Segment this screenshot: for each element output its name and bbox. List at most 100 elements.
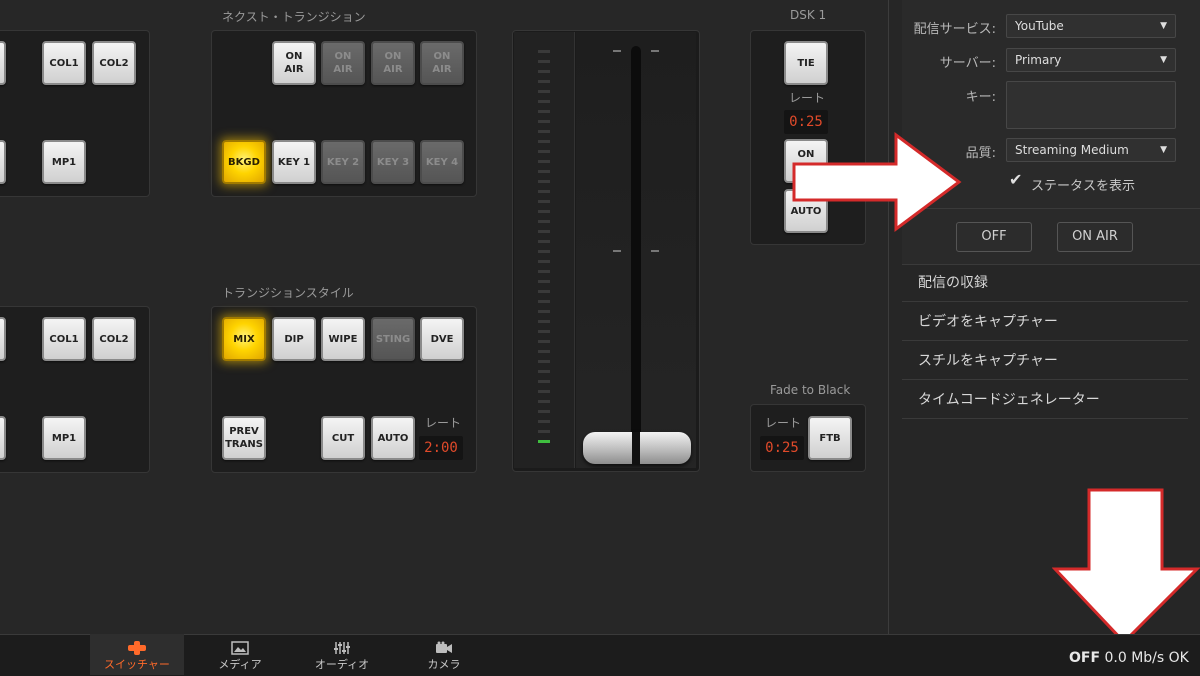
tbar-tick	[538, 110, 550, 113]
tab-camera-label: カメラ	[427, 658, 461, 671]
on-air-bkgd-button[interactable]: ON AIR	[272, 41, 316, 85]
dsk-tie-button[interactable]: TIE	[784, 41, 828, 85]
tab-audio[interactable]: オーディオ	[295, 634, 389, 675]
stream-status-rate: 0.0 Mb/s OK	[1104, 650, 1189, 666]
mix-button[interactable]: MIX	[222, 317, 266, 361]
ftb-button[interactable]: FTB	[808, 416, 852, 460]
stream-status-state: OFF	[1069, 650, 1101, 666]
camera-icon	[436, 641, 452, 653]
sting-button[interactable]: STING	[371, 317, 415, 361]
tbar-tick	[538, 60, 550, 63]
tbar-tick	[538, 140, 550, 143]
tbar-indicator	[514, 32, 575, 468]
auto-button[interactable]: AUTO	[371, 416, 415, 460]
chevron-down-icon: ▼	[1160, 145, 1167, 155]
tbar-tick	[538, 190, 550, 193]
on-air-key3-button[interactable]: ON AIR	[420, 41, 464, 85]
ftb-rate-label: レート	[765, 416, 802, 430]
key3-button[interactable]: KEY 3	[371, 140, 415, 184]
tbar-tick	[538, 270, 550, 273]
dip-button[interactable]: DIP	[272, 317, 316, 361]
service-select[interactable]: YouTube ▼	[1006, 14, 1176, 38]
transition-rate-label: レート	[425, 416, 462, 430]
chevron-down-icon: ▼	[1160, 55, 1167, 65]
input-button-col2[interactable]: COL2	[92, 317, 136, 361]
menu-item-timecode-generator[interactable]: タイムコードジェネレーター	[902, 381, 1188, 419]
switcher-icon	[128, 641, 146, 655]
quality-select-value: Streaming Medium	[1015, 143, 1129, 157]
bkgd-button[interactable]: BKGD	[222, 140, 266, 184]
chevron-down-icon: ▼	[1160, 21, 1167, 31]
input-button-mp1[interactable]: MP1	[42, 140, 86, 184]
tbar-tick	[538, 100, 550, 103]
service-select-value: YouTube	[1015, 19, 1064, 33]
tbar-tick	[538, 330, 550, 333]
show-status-label[interactable]: ステータスを表示	[1031, 175, 1135, 194]
tbar-tick	[538, 50, 550, 53]
tbar-tick	[538, 150, 550, 153]
down-arrow-annotation	[1052, 488, 1200, 645]
key1-button[interactable]: KEY 1	[272, 140, 316, 184]
tbar-tick	[538, 390, 550, 393]
menu-item-video-capture[interactable]: ビデオをキャプチャー	[902, 303, 1188, 341]
input-button-col2[interactable]: COL2	[92, 41, 136, 85]
server-label: サーバー:	[939, 56, 996, 71]
tab-media[interactable]: メディア	[193, 634, 287, 675]
tbar-tick	[538, 310, 550, 313]
tbar-tick	[538, 430, 550, 433]
input-button-mp1[interactable]: MP1	[42, 416, 86, 460]
input-button-partial[interactable]	[0, 416, 6, 460]
input-button-partial[interactable]	[0, 41, 6, 85]
tbar-tick	[538, 340, 550, 343]
tab-audio-label: オーディオ	[314, 658, 370, 671]
prev-trans-button[interactable]: PREV TRANS	[222, 416, 266, 460]
cut-button[interactable]: CUT	[321, 416, 365, 460]
tab-switcher-label: スイッチャー	[104, 658, 170, 671]
tab-camera[interactable]: カメラ	[397, 634, 491, 675]
tbar-tick	[538, 160, 550, 163]
key4-button[interactable]: KEY 4	[420, 140, 464, 184]
server-select[interactable]: Primary ▼	[1006, 48, 1176, 72]
tbar-tick	[538, 260, 550, 263]
right-arrow-annotation	[792, 132, 962, 232]
tbar-tick	[538, 90, 550, 93]
on-air-key1-button[interactable]: ON AIR	[321, 41, 365, 85]
tbar-tick	[538, 380, 550, 383]
input-button-partial[interactable]	[0, 317, 6, 361]
tbar-tick	[538, 350, 550, 353]
dsk-title: DSK 1	[790, 8, 827, 22]
tbar-mark-mid-right	[651, 250, 659, 252]
stream-on-air-button[interactable]: ON AIR	[1057, 222, 1133, 252]
tbar-tick	[538, 210, 550, 213]
wipe-button[interactable]: WIPE	[321, 317, 365, 361]
tbar-mark-top-right	[651, 50, 659, 52]
dsk-rate-value[interactable]: 0:25	[784, 110, 828, 134]
key2-button[interactable]: KEY 2	[321, 140, 365, 184]
checkmark-icon: ✔	[1009, 170, 1023, 189]
dsk-rate-label: レート	[789, 91, 826, 105]
on-air-key2-button[interactable]: ON AIR	[371, 41, 415, 85]
quality-select[interactable]: Streaming Medium ▼	[1006, 138, 1176, 162]
transition-style-title: トランジションスタイル	[222, 286, 354, 300]
input-button-col1[interactable]: COL1	[42, 317, 86, 361]
tbar-tick	[538, 370, 550, 373]
menu-item-recording[interactable]: 配信の収録	[902, 264, 1188, 302]
tab-switcher[interactable]: スイッチャー	[90, 634, 184, 675]
dve-button[interactable]: DVE	[420, 317, 464, 361]
tbar-tick	[538, 410, 550, 413]
key-field[interactable]	[1006, 81, 1176, 129]
stream-off-button[interactable]: OFF	[956, 222, 1032, 252]
tbar-tick	[538, 230, 550, 233]
menu-item-still-capture[interactable]: スチルをキャプチャー	[902, 342, 1188, 380]
tbar-tick	[538, 250, 550, 253]
tbar-tick	[538, 290, 550, 293]
input-button-col1[interactable]: COL1	[42, 41, 86, 85]
input-button-partial[interactable]	[0, 140, 6, 184]
show-status-checkbox[interactable]: ✔	[1008, 170, 1024, 189]
tbar-tick	[538, 70, 550, 73]
transition-rate-value[interactable]: 2:00	[419, 436, 463, 460]
tbar-tick	[538, 360, 550, 363]
tbar-slot	[631, 46, 641, 464]
ftb-rate-value[interactable]: 0:25	[760, 436, 804, 460]
stream-status: OFF 0.0 Mb/s OK	[1069, 650, 1189, 666]
